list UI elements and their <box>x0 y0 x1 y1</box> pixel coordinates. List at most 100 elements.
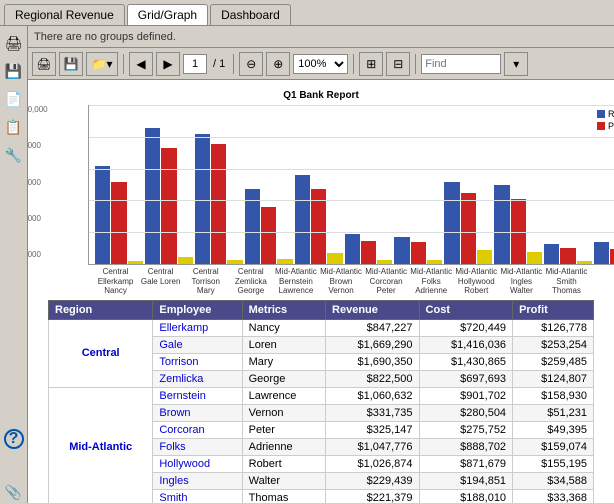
cost-cell-10: $188,010 <box>419 489 513 503</box>
bar-group-4 <box>295 175 343 264</box>
print-icon[interactable]: 🖨 <box>3 32 25 54</box>
left-sidebar: 🖨 💾 📄 📋 🔧 ? 📎 <box>0 26 28 503</box>
cost-cell-8: $871,679 <box>419 455 513 472</box>
status-message: There are no groups defined. <box>34 31 176 43</box>
zoom-out-button[interactable]: ⊖ <box>239 52 263 76</box>
profit-cell-7: $159,074 <box>513 438 594 455</box>
x-label-9: Mid-AtlanticIngles Walter <box>500 267 543 296</box>
bar-4-0 <box>295 175 310 264</box>
bar-9-2 <box>577 261 592 264</box>
tab-dashboard[interactable]: Dashboard <box>210 4 291 25</box>
legend-profit: Profit <box>597 121 614 131</box>
tab-grid-graph[interactable]: Grid/Graph <box>127 4 208 25</box>
tab-regional-revenue[interactable]: Regional Revenue <box>4 4 125 25</box>
x-label-1: CentralGale Loren <box>139 267 182 296</box>
help-icon[interactable]: ? <box>4 429 24 449</box>
bar-3-2 <box>277 259 292 264</box>
metrics-cell-1: Loren <box>242 336 325 353</box>
nav-back-button[interactable]: ◀ <box>129 52 153 76</box>
revenue-cell-7: $1,047,776 <box>326 438 420 455</box>
page-total: / 1 <box>210 58 228 70</box>
revenue-cell-6: $325,147 <box>326 421 420 438</box>
revenue-cell-2: $1,690,350 <box>326 353 420 370</box>
revenue-cell-10: $221,379 <box>326 489 420 503</box>
chart-area: Q1 Bank Report 0 200,000 400,000 600,000… <box>28 80 614 300</box>
revenue-cell-4: $1,060,632 <box>326 387 420 404</box>
x-label-8: Mid-AtlanticHollywoodRobert <box>455 267 498 296</box>
employee-cell-6: Corcoran <box>153 421 242 438</box>
employee-cell-0: Ellerkamp <box>153 319 242 336</box>
tools-icon[interactable]: 🔧 <box>3 144 25 166</box>
metrics-cell-4: Lawrence <box>242 387 325 404</box>
save-icon[interactable]: 💾 <box>3 60 25 82</box>
bar-5-2 <box>377 260 392 264</box>
chart-canvas: Revenue Profit <box>88 105 614 265</box>
bar-group-9 <box>544 244 592 264</box>
revenue-cell-5: $331,735 <box>326 404 420 421</box>
print-button[interactable]: 🖨 <box>32 52 56 76</box>
bar-1-2 <box>178 257 193 264</box>
find-dropdown-button[interactable]: ▾ <box>504 52 528 76</box>
x-label-2: CentralTorrison Mary <box>184 267 227 296</box>
bar-0-0 <box>95 166 110 264</box>
copy-icon[interactable]: 📋 <box>3 116 25 138</box>
profit-cell-0: $126,778 <box>513 319 594 336</box>
separator-1 <box>123 54 124 74</box>
chart-legend: Revenue Profit <box>597 109 614 131</box>
bar-group-5 <box>345 234 393 264</box>
attachment-icon[interactable]: 📎 <box>3 481 25 503</box>
metrics-cell-6: Peter <box>242 421 325 438</box>
file-icon[interactable]: 📄 <box>3 88 25 110</box>
chart-title: Q1 Bank Report <box>48 90 594 101</box>
profit-cell-2: $259,485 <box>513 353 594 370</box>
find-input[interactable] <box>421 54 501 74</box>
col-region: Region <box>49 300 153 319</box>
x-label-3: CentralZemlickaGeorge <box>229 267 272 296</box>
chart-x-labels: CentralEllerkampNancyCentralGale LorenCe… <box>88 267 594 296</box>
cost-cell-5: $280,504 <box>419 404 513 421</box>
metrics-cell-10: Thomas <box>242 489 325 503</box>
bar-7-1 <box>461 193 476 264</box>
metrics-cell-9: Walter <box>242 472 325 489</box>
region-cell-4: Mid-Atlantic <box>49 387 153 503</box>
bar-group-7 <box>444 182 492 264</box>
cost-cell-2: $1,430,865 <box>419 353 513 370</box>
page-number-input[interactable] <box>183 54 207 74</box>
bar-0-2 <box>128 261 143 264</box>
save-button[interactable]: 💾 <box>59 52 83 76</box>
bar-group-2 <box>195 134 243 264</box>
table-row: Mid-AtlanticBernsteinLawrence$1,060,632$… <box>49 387 594 404</box>
profit-cell-6: $49,395 <box>513 421 594 438</box>
profit-cell-1: $253,254 <box>513 336 594 353</box>
profit-cell-3: $124,807 <box>513 370 594 387</box>
x-label-6: Mid-AtlanticCorcoran Peter <box>365 267 408 296</box>
zoom-select[interactable]: 100% 75% 150% <box>293 54 348 74</box>
cost-cell-6: $275,752 <box>419 421 513 438</box>
export-button[interactable]: 📁▾ <box>86 52 118 76</box>
cost-cell-4: $901,702 <box>419 387 513 404</box>
bar-8-0 <box>494 185 509 264</box>
cost-cell-1: $1,416,036 <box>419 336 513 353</box>
bar-9-1 <box>560 248 575 264</box>
status-bar: There are no groups defined. <box>28 26 614 48</box>
table-row: CentralEllerkampNancy$847,227$720,449$12… <box>49 319 594 336</box>
employee-cell-3: Zemlicka <box>153 370 242 387</box>
bar-1-1 <box>161 148 176 264</box>
nav-forward-button[interactable]: ▶ <box>156 52 180 76</box>
profit-cell-4: $158,930 <box>513 387 594 404</box>
employee-cell-10: Smith <box>153 489 242 503</box>
fit-page-button[interactable]: ⊟ <box>386 52 410 76</box>
employee-cell-7: Folks <box>153 438 242 455</box>
table-area: Region Employee Metrics Revenue Cost Pro… <box>28 300 614 503</box>
bar-10-1 <box>610 249 614 264</box>
revenue-cell-0: $847,227 <box>326 319 420 336</box>
bar-4-2 <box>327 253 342 264</box>
fit-width-button[interactable]: ⊞ <box>359 52 383 76</box>
region-cell-0: Central <box>49 319 153 387</box>
bar-group-8 <box>494 185 542 264</box>
data-table: Region Employee Metrics Revenue Cost Pro… <box>48 300 594 503</box>
metrics-cell-3: George <box>242 370 325 387</box>
table-header-row: Region Employee Metrics Revenue Cost Pro… <box>49 300 594 319</box>
zoom-in-button[interactable]: ⊕ <box>266 52 290 76</box>
bar-3-1 <box>261 207 276 264</box>
